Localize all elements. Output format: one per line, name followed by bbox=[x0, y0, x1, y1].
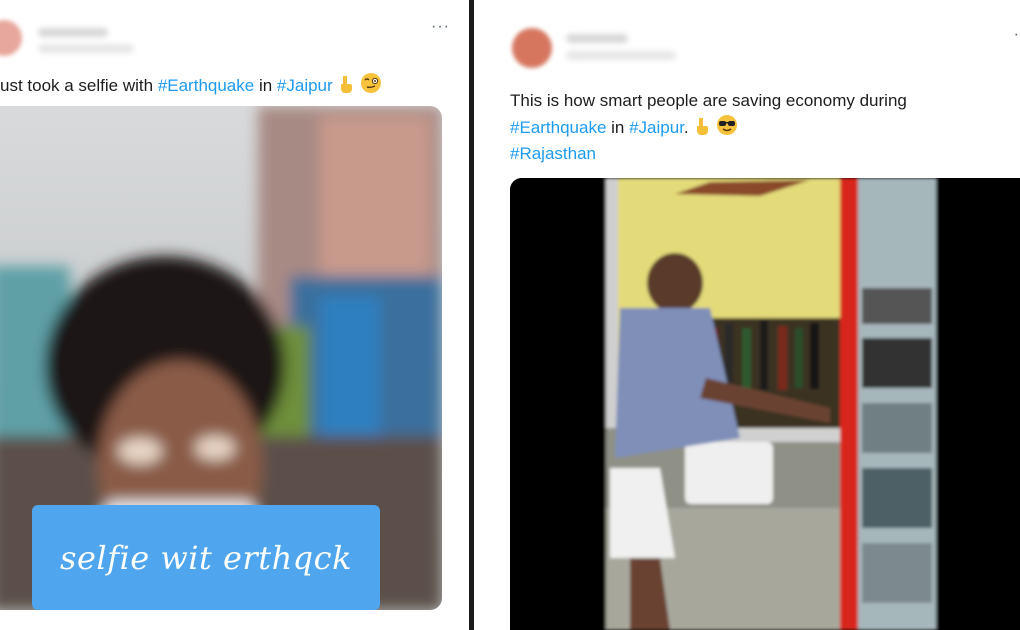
handle-blurred bbox=[566, 51, 676, 60]
hashtag-jaipur[interactable]: #Jaipur bbox=[629, 118, 684, 137]
username-blurred[interactable] bbox=[566, 34, 628, 43]
smirk-face-icon bbox=[361, 73, 382, 93]
tweet-text-line: This is how smart people are saving econ… bbox=[510, 91, 907, 110]
tweet-text: This is how smart people are saving econ… bbox=[510, 88, 907, 167]
avatar[interactable] bbox=[0, 20, 22, 56]
bar-scene bbox=[510, 178, 1020, 630]
tweet-text-segment: in bbox=[254, 76, 277, 95]
hashtag-rajasthan[interactable]: #Rajasthan bbox=[510, 144, 596, 163]
tweet-text: ust took a selfie with #Earthquake in #J… bbox=[0, 72, 382, 99]
tweet-text-segment: ust took a selfie with bbox=[0, 76, 158, 95]
tweet-card-right: · This is how smart people are saving ec… bbox=[474, 0, 1020, 630]
more-options-button[interactable]: · bbox=[1014, 26, 1020, 44]
tweet-text-segment: . bbox=[683, 118, 689, 137]
tweet-card-left: ··· ust took a selfie with #Earthquake i… bbox=[0, 0, 470, 630]
hashtag-earthquake[interactable]: #Earthquake bbox=[510, 118, 606, 137]
username-blurred[interactable] bbox=[38, 28, 108, 37]
image-caption: selfie wit erthqck bbox=[60, 538, 352, 577]
tweet-text-segment: in bbox=[606, 118, 630, 137]
hashtag-jaipur[interactable]: #Jaipur bbox=[277, 76, 333, 95]
handle-blurred bbox=[38, 44, 134, 53]
caption-box: selfie wit erthqck bbox=[32, 505, 380, 610]
avatar[interactable] bbox=[512, 28, 552, 68]
pointing-down-icon bbox=[341, 76, 353, 93]
tweet-text-line: #Earthquake in #Jaipur. bbox=[510, 114, 907, 141]
hashtag-earthquake[interactable]: #Earthquake bbox=[158, 76, 254, 95]
video-frame[interactable] bbox=[510, 178, 1020, 630]
tweet-text-line: #Rajasthan bbox=[510, 141, 907, 167]
more-options-button[interactable]: ··· bbox=[431, 18, 450, 36]
sunglasses-face-icon bbox=[717, 115, 738, 135]
pointing-down-icon bbox=[697, 118, 709, 135]
